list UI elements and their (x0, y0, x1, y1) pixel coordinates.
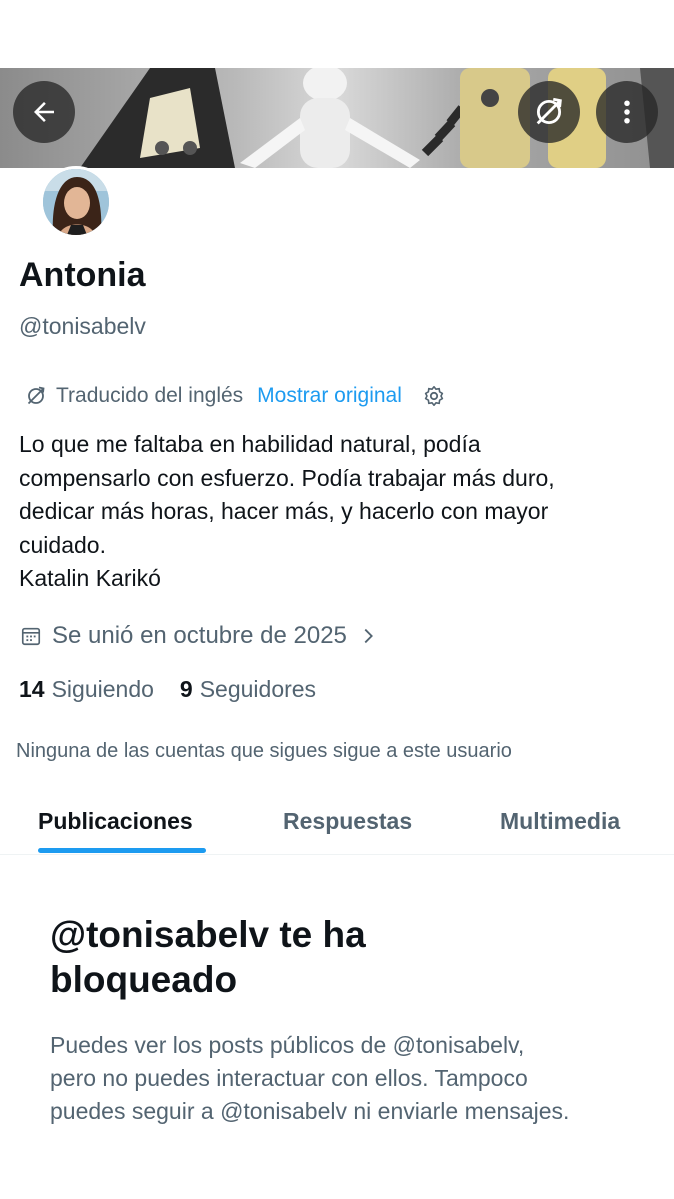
blocked-message-line: Puedes ver los posts públicos de @tonisa… (50, 1032, 525, 1058)
followers-count: 9 (179, 676, 193, 702)
arrow-left-icon (34, 102, 54, 122)
show-original-link[interactable]: Mostrar original (257, 384, 402, 408)
gear-icon (424, 386, 444, 406)
blocked-message-line: pero no puedes interactuar con ellos. Ta… (50, 1065, 528, 1091)
more-vertical-icon (624, 100, 630, 124)
tab-multimedia[interactable]: Multimedia (500, 788, 620, 854)
chevron-right-icon (364, 628, 373, 644)
followers-label: Seguidores (199, 676, 317, 702)
calendar-icon (21, 627, 41, 646)
avatar[interactable] (40, 166, 112, 238)
bio-line: Lo que me faltaba en habilidad natural, … (19, 431, 481, 457)
following-link[interactable]: 14 Siguiendo (19, 676, 154, 703)
mutual-followers-note: Ninguna de las cuentas que sigues sigue … (16, 740, 512, 762)
following-label: Siguiendo (51, 676, 154, 702)
bio-line: compensarlo con esfuerzo. Podía trabajar… (19, 464, 555, 491)
bio-line: dedicar más horas, hacer más, y hacerlo … (19, 498, 549, 524)
bio-line: Katalin Karikó (19, 565, 161, 591)
following-count: 14 (19, 676, 45, 702)
joined-date: Se unió en octubre de 2025 (52, 622, 347, 649)
blocked-message: Puedes ver los posts públicos de @tonisa… (50, 1029, 650, 1128)
profile-tabs: Publicaciones Respuestas Multimedia (0, 788, 674, 855)
tab-respuestas[interactable]: Respuestas (283, 788, 412, 854)
translation-row: Traducido del inglés Mostrar original (24, 380, 446, 412)
translate-icon (27, 386, 45, 405)
more-options-button[interactable] (596, 81, 658, 143)
back-button[interactable] (13, 81, 75, 143)
follow-stats: 14 Siguiendo 9 Seguidores (19, 676, 316, 703)
active-tab-indicator (38, 848, 206, 853)
translate-toggle-button[interactable] (518, 81, 580, 143)
avatar-image (43, 169, 109, 235)
profile-bio: Lo que me faltaba en habilidad natural, … (19, 428, 649, 596)
no-translate-icon (536, 97, 562, 125)
translation-settings-button[interactable] (422, 384, 446, 408)
blocked-title-line: bloqueado (50, 959, 238, 1000)
joined-date-row[interactable]: Se unió en octubre de 2025 (20, 622, 379, 650)
blocked-title: @tonisabelv te ha bloqueado (50, 912, 640, 1002)
translated-label: Traducido del inglés (56, 384, 244, 407)
profile-name: Antonia (19, 256, 146, 294)
blocked-message-line: puedes seguir a @tonisabelv ni enviarle … (50, 1098, 570, 1124)
bio-line: cuidado. (19, 531, 106, 558)
tab-publicaciones[interactable]: Publicaciones (38, 788, 193, 854)
followers-link[interactable]: 9 Seguidores (180, 676, 316, 703)
profile-handle: @tonisabelv (19, 313, 146, 339)
blocked-title-line: @tonisabelv te ha (50, 914, 366, 955)
